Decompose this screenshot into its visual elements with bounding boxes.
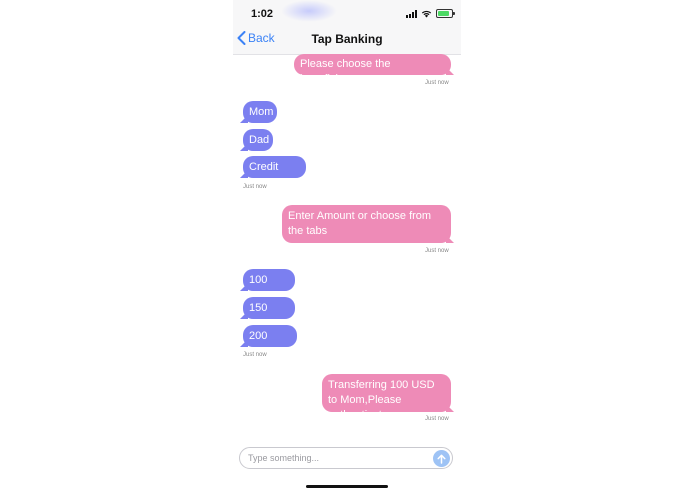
- bot-message: Please choose the beneficiary :: [294, 54, 451, 85]
- page-title: Tap Banking: [311, 32, 383, 46]
- arrow-up-icon: [437, 454, 446, 464]
- message-timestamp: Just now: [243, 184, 267, 190]
- message-input[interactable]: [248, 451, 428, 465]
- message-timestamp: Just now: [243, 352, 267, 358]
- home-indicator[interactable]: [306, 485, 388, 488]
- send-button[interactable]: [433, 450, 450, 467]
- status-icons: [406, 9, 455, 18]
- reply-option-mom[interactable]: Mom: [243, 101, 277, 123]
- reply-option-200-usd[interactable]: 200 USD: [243, 325, 297, 358]
- bot-message: Transferring 100 USD to Mom,Please authe…: [322, 374, 451, 421]
- reply-option-credit-card[interactable]: Credit card: [243, 156, 306, 189]
- battery-fill: [438, 11, 449, 16]
- message-timestamp: Just now: [425, 80, 449, 86]
- reply-option-150-usd[interactable]: 150 USD: [243, 297, 295, 330]
- battery-icon: [436, 9, 455, 18]
- reply-option-100-usd[interactable]: 100 USD: [243, 269, 295, 302]
- status-time: 1:02: [251, 8, 274, 20]
- message-composer: [239, 447, 453, 469]
- reply-option-dad[interactable]: Dad: [243, 129, 273, 151]
- cellular-signal-icon: [406, 9, 417, 18]
- wifi-icon: [421, 10, 432, 18]
- message-timestamp: Just now: [425, 416, 449, 422]
- bot-message: Enter Amount or choose from the tabs: [282, 205, 451, 243]
- message-timestamp: Just now: [425, 248, 449, 254]
- navigation-bar: 1:02 Back Tap Banking: [233, 0, 461, 55]
- blurred-notification-glow: [281, 0, 337, 22]
- phone-screen: 1:02 Back Tap Banking Please choose the …: [233, 0, 461, 494]
